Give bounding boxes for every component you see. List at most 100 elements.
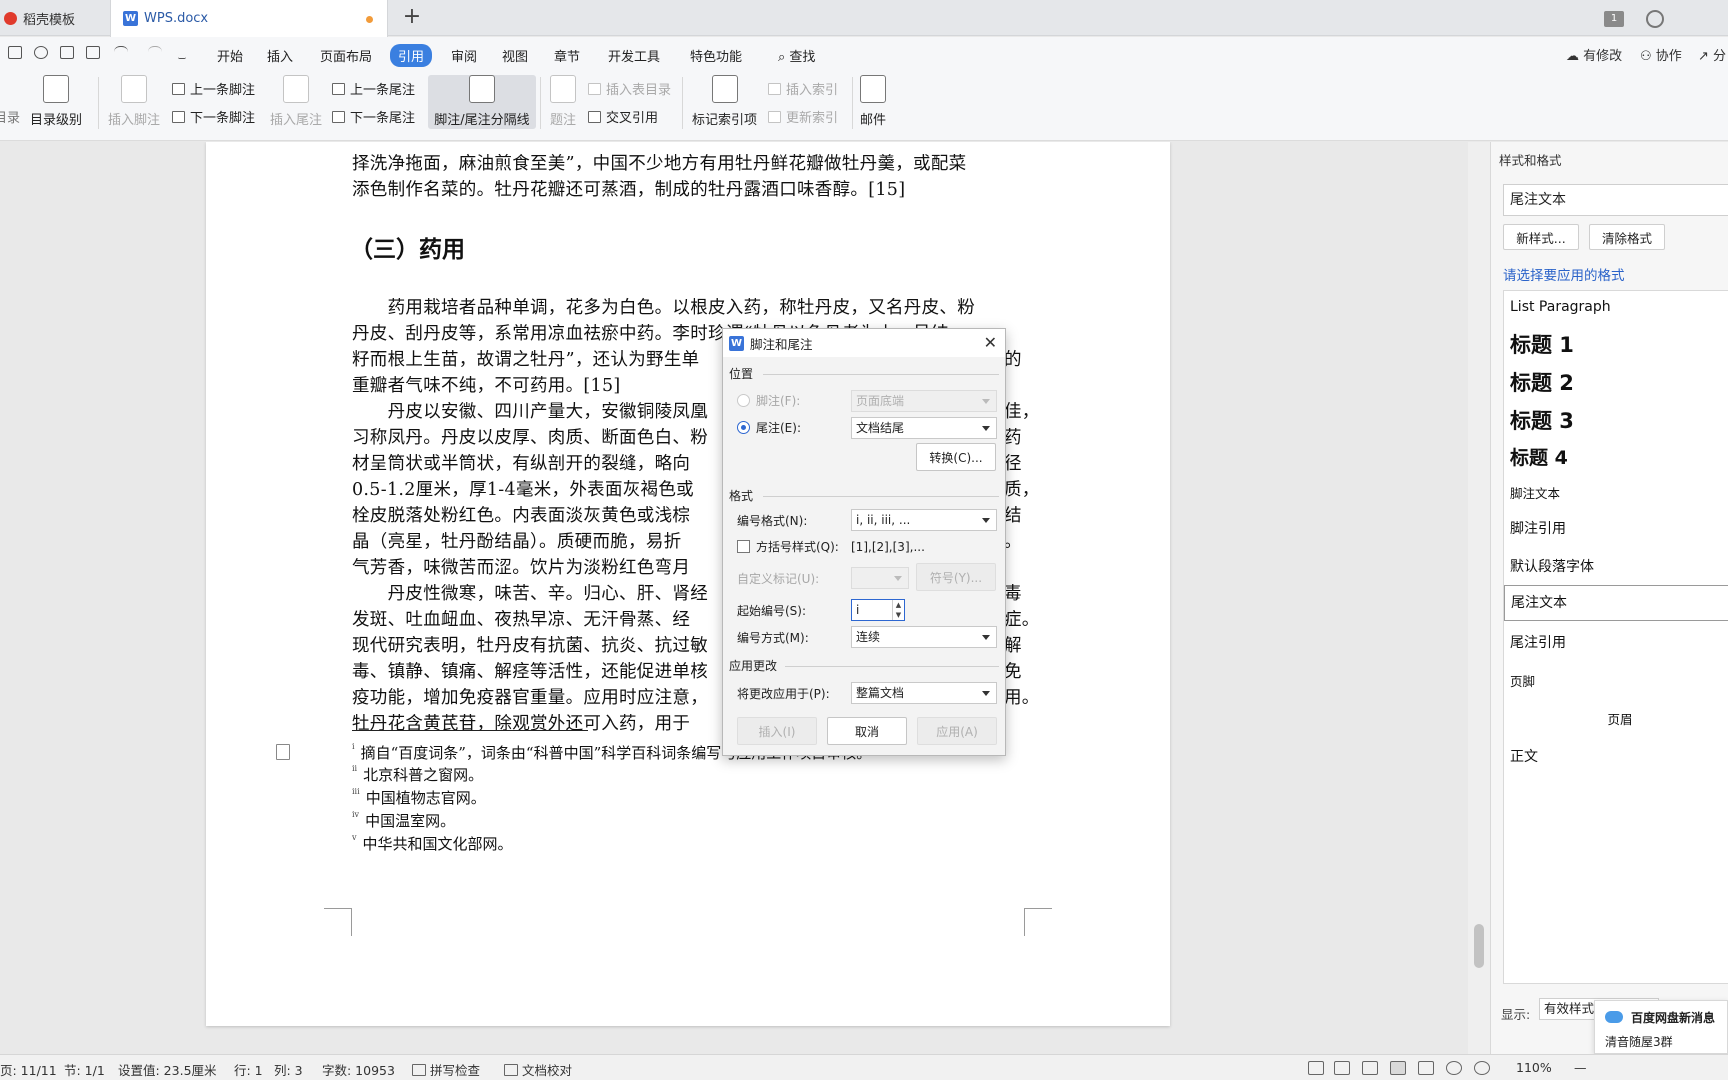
tab-daoke-templates[interactable]: 稻壳模板 xyxy=(0,0,110,36)
style-item-default-font[interactable]: 默认段落字体 xyxy=(1504,556,1728,576)
apply-to-select[interactable]: 整篇文档 xyxy=(851,682,997,704)
save-icon[interactable] xyxy=(8,46,22,59)
zoom-level[interactable]: 110% xyxy=(1516,1060,1552,1075)
history-icon[interactable] xyxy=(34,46,48,59)
vertical-scrollbar[interactable] xyxy=(1468,142,1490,1054)
new-style-button[interactable]: 新样式... xyxy=(1503,224,1579,250)
update-index-label: 更新索引 xyxy=(786,111,839,126)
menu-references[interactable]: 引用 xyxy=(390,44,433,67)
caption-button[interactable]: 题注 xyxy=(550,75,576,128)
catalog-level-button[interactable]: 目录级别 xyxy=(30,75,82,128)
number-format-select[interactable]: i, ii, iii, ... xyxy=(851,509,997,531)
apply-button[interactable]: 应用(A) xyxy=(917,717,997,745)
print-preview-icon[interactable] xyxy=(86,46,100,59)
style-item-footnote-ref[interactable]: 脚注引用 xyxy=(1504,518,1728,538)
dialog-titlebar[interactable]: W 脚注和尾注 ✕ xyxy=(723,329,1005,357)
style-item-normal[interactable]: 正文 xyxy=(1504,746,1728,766)
section-indicator[interactable]: 节: 1/1 xyxy=(64,1060,105,1079)
menu-start[interactable]: 开始 xyxy=(209,44,251,67)
skin-icon[interactable] xyxy=(1646,10,1664,28)
footnote-radio[interactable]: 脚注(F): xyxy=(737,392,800,409)
word-count[interactable]: 字数: 10953 xyxy=(322,1060,395,1079)
proofread-button[interactable]: 文档校对 xyxy=(504,1060,572,1079)
current-style-box[interactable]: 尾注文本 xyxy=(1503,184,1728,216)
symbol-button[interactable]: 符号(Y)... xyxy=(916,563,996,591)
insert-index-button[interactable]: 插入索引 xyxy=(768,79,838,98)
setting-indicator[interactable]: 设置值: 23.5厘米 xyxy=(118,1060,217,1079)
bracket-style-checkbox[interactable]: 方括号样式(Q): xyxy=(737,538,839,555)
mail-button[interactable]: 邮件 xyxy=(860,75,886,128)
menu-page-layout[interactable]: 页面布局 xyxy=(312,44,380,67)
footnote-separator-button[interactable]: 脚注/尾注分隔线 xyxy=(430,75,534,128)
next-endnote-button[interactable]: 下一条尾注 xyxy=(332,107,415,126)
style-item-endnote-text[interactable]: 尾注文本 xyxy=(1504,585,1728,621)
next-footnote-button[interactable]: 下一条脚注 xyxy=(172,107,255,126)
redo-icon[interactable] xyxy=(148,46,162,59)
pen-icon[interactable] xyxy=(1362,1061,1378,1075)
endnote-radio[interactable]: 尾注(E): xyxy=(737,419,801,436)
document-page[interactable]: 择洗净拖面，麻油煎食至美”，中国不少地方有用牡丹鲜花瓣做牡丹羹，或配菜 添色制作… xyxy=(206,142,1170,1026)
footnote-position-select[interactable]: 页面底端 xyxy=(851,390,997,412)
style-item-header[interactable]: 页眉 xyxy=(1504,709,1728,728)
style-item-endnote-ref[interactable]: 尾注引用 xyxy=(1504,632,1728,652)
style-item-heading-4[interactable]: 标题 4 xyxy=(1504,443,1728,470)
undo-icon[interactable] xyxy=(114,46,128,59)
modified-button[interactable]: ☁ 有修改 xyxy=(1566,45,1622,64)
share-button[interactable]: ↗ 分 xyxy=(1698,45,1726,64)
page-indicator[interactable]: 页: 11/11 xyxy=(0,1060,57,1079)
style-item-list-paragraph[interactable]: List Paragraph xyxy=(1504,299,1728,315)
collab-button[interactable]: ⚇ 协作 xyxy=(1640,45,1682,64)
insert-table-catalog-button[interactable]: 插入表目录 xyxy=(588,79,671,98)
endnote-position-select[interactable]: 文档结尾 xyxy=(851,417,997,439)
insert-footnote-icon xyxy=(121,75,147,103)
menu-insert[interactable]: 插入 xyxy=(259,44,301,67)
web-view-icon[interactable] xyxy=(1446,1061,1462,1075)
menu-chapter[interactable]: 章节 xyxy=(546,44,588,67)
cross-reference-button[interactable]: 交叉引用 xyxy=(588,107,658,126)
unsaved-dot-icon[interactable] xyxy=(366,16,373,23)
baidu-netdisk-notification[interactable]: 百度网盘新消息 清音随屋3群 xyxy=(1594,1000,1728,1054)
menu-view[interactable]: 视图 xyxy=(494,44,536,67)
numbering-mode-select[interactable]: 连续 xyxy=(851,626,997,648)
tab-wps-doc[interactable]: W WPS.docx xyxy=(110,0,388,37)
style-item-heading-1[interactable]: 标题 1 xyxy=(1504,329,1728,359)
eye-protection-icon[interactable] xyxy=(1474,1061,1490,1075)
close-icon[interactable]: ✕ xyxy=(984,333,997,352)
mark-index-button[interactable]: 标记索引项 xyxy=(692,75,757,128)
spellcheck-button[interactable]: 拼写检查 xyxy=(412,1060,480,1079)
zoom-out-icon[interactable]: — xyxy=(1574,1060,1587,1075)
prev-footnote-button[interactable]: 上一条脚注 xyxy=(172,79,255,98)
fullscreen-icon[interactable] xyxy=(1308,1061,1324,1075)
style-item-footer[interactable]: 页脚 xyxy=(1504,671,1728,690)
new-tab-button[interactable]: + xyxy=(400,4,424,29)
window-count-badge[interactable]: 1 xyxy=(1604,11,1624,27)
clear-format-button[interactable]: 清除格式 xyxy=(1589,224,1665,250)
page-note-icon[interactable] xyxy=(276,744,290,760)
menu-search[interactable]: ⌕ 查找 xyxy=(770,44,823,67)
style-item-heading-2[interactable]: 标题 2 xyxy=(1504,367,1728,397)
print-icon[interactable] xyxy=(60,46,74,59)
menu-review[interactable]: 审阅 xyxy=(443,44,485,67)
menu-dev-tools[interactable]: 开发工具 xyxy=(600,44,668,67)
customize-quickbar-icon[interactable] xyxy=(178,46,186,59)
page-view-icon[interactable] xyxy=(1390,1061,1406,1075)
reading-mode-icon[interactable] xyxy=(1334,1061,1350,1075)
insert-endnote-button[interactable]: 插入尾注 xyxy=(270,75,322,128)
outline-view-icon[interactable] xyxy=(1418,1061,1434,1075)
custom-mark-input[interactable] xyxy=(851,567,909,589)
prev-endnote-button[interactable]: 上一条尾注 xyxy=(332,79,415,98)
style-item-heading-3[interactable]: 标题 3 xyxy=(1504,405,1728,435)
start-number-stepper[interactable]: i ▲ ▼ xyxy=(851,599,905,621)
style-item-footnote-text[interactable]: 脚注文本 xyxy=(1504,483,1728,502)
scrollbar-thumb[interactable] xyxy=(1474,924,1484,968)
spin-arrows-icon[interactable]: ▲ ▼ xyxy=(892,600,904,620)
update-index-button[interactable]: 更新索引 xyxy=(768,107,838,126)
catalog-button[interactable]: 目录 xyxy=(0,107,20,126)
insert-button[interactable]: 插入(I) xyxy=(737,717,817,745)
cancel-button[interactable]: 取消 xyxy=(827,717,907,745)
col-indicator: 列: 3 xyxy=(274,1063,303,1078)
styles-pane-title[interactable]: 样式和格式 xyxy=(1499,150,1562,169)
convert-button[interactable]: 转换(C)... xyxy=(916,443,996,471)
insert-footnote-button[interactable]: 插入脚注 xyxy=(108,75,160,128)
menu-special-features[interactable]: 特色功能 xyxy=(682,44,750,67)
